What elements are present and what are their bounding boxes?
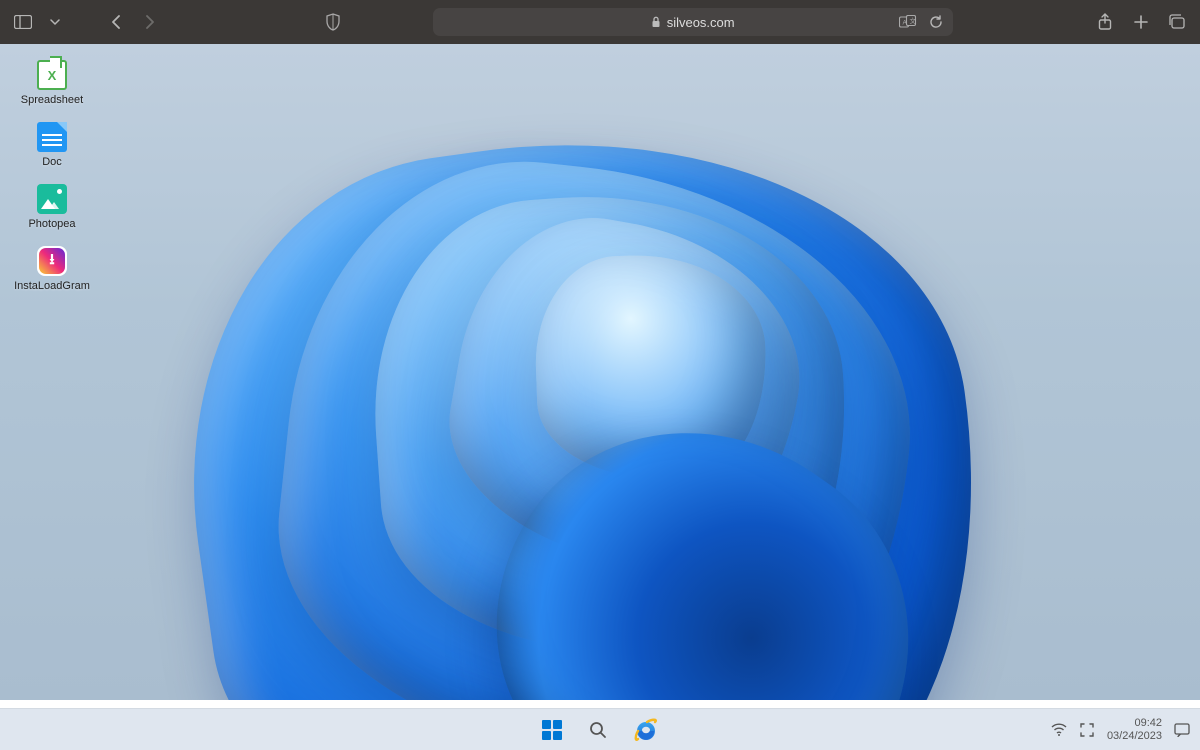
taskbar-center: [540, 716, 660, 744]
taskbar: 09:42 03/24/2023: [0, 708, 1200, 750]
taskbar-browser-button[interactable]: [632, 716, 660, 744]
start-button[interactable]: [540, 718, 564, 742]
desktop-icon-label: Doc: [42, 156, 62, 168]
separator-strip: [0, 700, 1200, 708]
image-app-icon: [37, 184, 67, 214]
url-text: silveos.com: [667, 15, 735, 30]
clock-time: 09:42: [1107, 717, 1162, 730]
new-tab-icon[interactable]: [1132, 13, 1150, 31]
wallpaper-bloom: [76, 44, 1076, 700]
desktop-icon-spreadsheet[interactable]: X Spreadsheet: [14, 56, 90, 110]
reload-icon[interactable]: [927, 13, 945, 31]
wifi-icon[interactable]: [1051, 722, 1067, 738]
desktop-icon-photopea[interactable]: Photopea: [14, 180, 90, 234]
svg-text:文: 文: [909, 16, 916, 25]
taskbar-clock[interactable]: 09:42 03/24/2023: [1107, 717, 1162, 742]
chevron-down-icon[interactable]: [46, 13, 64, 31]
spreadsheet-file-icon: X: [37, 60, 67, 90]
desktop-icon-label: InstaLoadGram: [14, 280, 90, 292]
address-bar[interactable]: silveos.com A文: [433, 8, 953, 36]
search-icon: [588, 720, 608, 740]
fullscreen-icon[interactable]: [1079, 722, 1095, 738]
windows-logo-icon: [542, 720, 562, 740]
desktop-icons: X Spreadsheet Doc Photopea ⭳ InstaLoadGr…: [14, 56, 90, 296]
lock-icon: [651, 16, 661, 28]
privacy-shield-icon[interactable]: [324, 13, 342, 31]
instaloadgram-app-icon: ⭳: [37, 246, 67, 276]
taskbar-search-button[interactable]: [586, 718, 610, 742]
svg-text:A: A: [902, 20, 907, 27]
notifications-icon[interactable]: [1174, 722, 1190, 738]
document-file-icon: [37, 122, 67, 152]
browser-toolbar: silveos.com A文: [0, 0, 1200, 44]
desktop-icon-doc[interactable]: Doc: [14, 118, 90, 172]
back-icon[interactable]: [108, 13, 126, 31]
desktop-icon-label: Photopea: [28, 218, 75, 230]
share-icon[interactable]: [1096, 13, 1114, 31]
forward-icon[interactable]: [140, 13, 158, 31]
sidebar-toggle-icon[interactable]: [14, 13, 32, 31]
system-tray: 09:42 03/24/2023: [1051, 717, 1190, 742]
desktop-icon-label: Spreadsheet: [21, 94, 83, 106]
clock-date: 03/24/2023: [1107, 730, 1162, 743]
tabs-overview-icon[interactable]: [1168, 13, 1186, 31]
desktop-icon-instaloadgram[interactable]: ⭳ InstaLoadGram: [14, 242, 90, 296]
desktop-area[interactable]: X Spreadsheet Doc Photopea ⭳ InstaLoadGr…: [0, 44, 1200, 700]
internet-explorer-icon: [632, 716, 660, 744]
translate-icon[interactable]: A文: [899, 13, 917, 31]
